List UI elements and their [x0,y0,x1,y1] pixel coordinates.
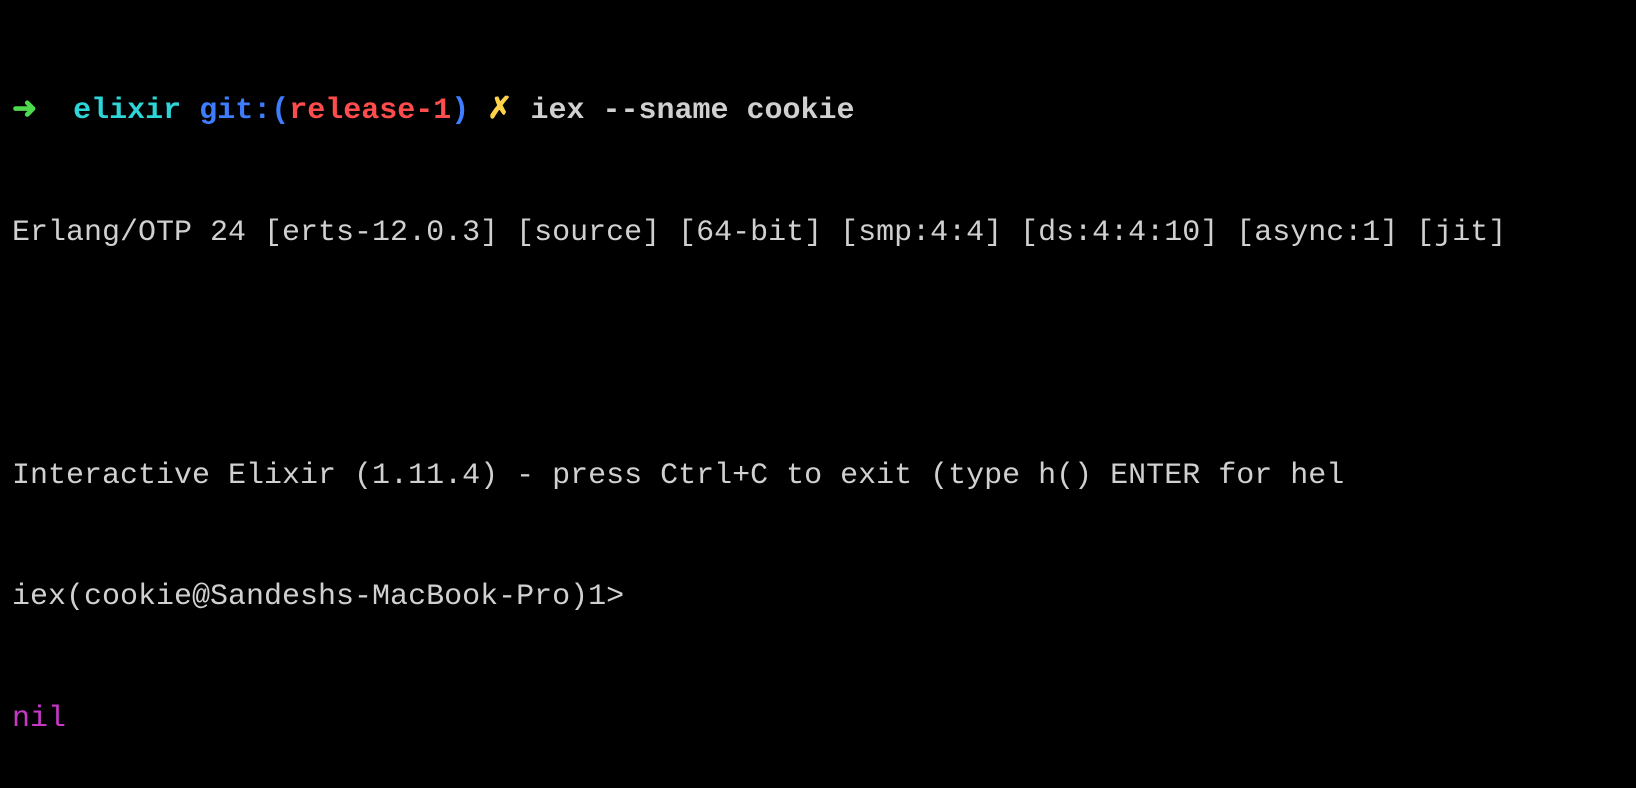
terminal[interactable]: ➜ elixir git:(release-1) ✗ iex --sname c… [0,0,1636,788]
prompt-git-prefix: git:( [199,94,289,128]
prompt-branch: release-1 [289,94,451,128]
prompt-dirty-icon: ✗ [487,94,512,128]
shell-command: iex --sname cookie [530,94,854,128]
prompt-git-suffix: ) [451,94,469,128]
output-nil: nil [12,699,1624,740]
iex-prompt-1: iex(cookie@Sandeshs-MacBook-Pro)1> [12,577,1624,618]
erlang-banner: Erlang/OTP 24 [erts-12.0.3] [source] [64… [12,213,1624,254]
interactive-banner: Interactive Elixir (1.11.4) - press Ctrl… [12,456,1624,497]
blank-line [12,334,1624,375]
prompt-dir: elixir [73,94,181,128]
prompt-arrow-icon: ➜ [12,94,37,128]
shell-prompt-line: ➜ elixir git:(release-1) ✗ iex --sname c… [12,91,1624,132]
